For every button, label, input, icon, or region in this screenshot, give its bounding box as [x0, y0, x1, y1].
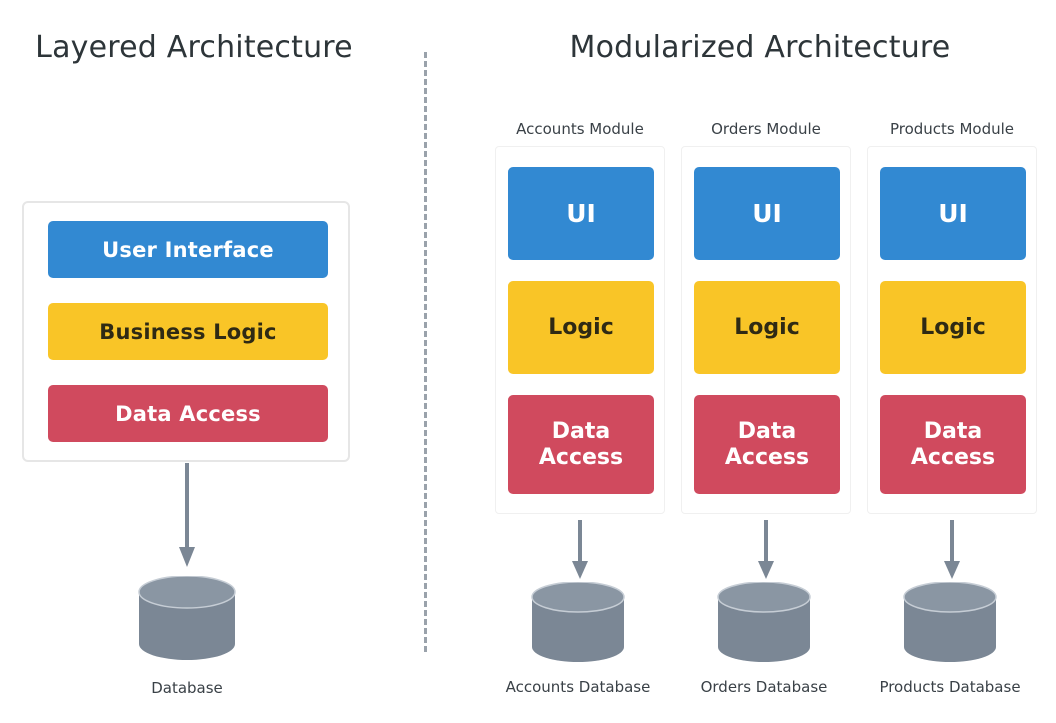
module-header-orders: Orders Module	[711, 120, 821, 138]
database-caption: Database	[151, 679, 223, 697]
module-accounts: UI Logic Data Access	[495, 146, 665, 514]
module-orders-logic-label: Logic	[734, 314, 800, 340]
module-products-data-access-label: Data Access	[910, 418, 996, 470]
layer-data-access[interactable]: Data Access	[48, 385, 328, 442]
module-accounts-logic-label: Logic	[548, 314, 614, 340]
module-orders-ui[interactable]: UI	[694, 167, 840, 260]
database-cylinder-icon	[531, 582, 625, 662]
module-orders-data-access[interactable]: Data Access	[694, 395, 840, 494]
diagram-canvas: Layered Architecture Modularized Archite…	[0, 0, 1056, 723]
module-accounts-ui[interactable]: UI	[508, 167, 654, 260]
module-header-products: Products Module	[889, 120, 1015, 138]
database-cylinder-icon	[717, 582, 811, 662]
module-orders-ui-label: UI	[752, 198, 782, 228]
down-arrow-icon	[944, 520, 960, 579]
module-products-data-access[interactable]: Data Access	[880, 395, 1026, 494]
modularized-architecture-title: Modularized Architecture	[569, 30, 951, 65]
module-accounts-data-access-label: Data Access	[538, 418, 624, 470]
database-cylinder-icon	[903, 582, 997, 662]
module-orders: UI Logic Data Access	[681, 146, 851, 514]
layer-user-interface-label: User Interface	[102, 237, 274, 262]
down-arrow-icon	[572, 520, 588, 579]
layer-user-interface[interactable]: User Interface	[48, 221, 328, 278]
module-products: UI Logic Data Access	[867, 146, 1037, 514]
vertical-dashed-divider	[424, 52, 427, 652]
database-caption-products: Products Database	[879, 678, 1021, 696]
module-orders-logic[interactable]: Logic	[694, 281, 840, 374]
database-caption-accounts: Accounts Database	[505, 678, 651, 696]
module-products-logic[interactable]: Logic	[880, 281, 1026, 374]
layer-business-logic-label: Business Logic	[99, 319, 277, 344]
down-arrow-icon	[758, 520, 774, 579]
layer-business-logic[interactable]: Business Logic	[48, 303, 328, 360]
module-accounts-logic[interactable]: Logic	[508, 281, 654, 374]
layer-data-access-label: Data Access	[115, 401, 261, 426]
down-arrow-icon	[179, 463, 195, 567]
layered-architecture-title: Layered Architecture	[35, 30, 353, 65]
module-products-ui[interactable]: UI	[880, 167, 1026, 260]
module-accounts-data-access[interactable]: Data Access	[508, 395, 654, 494]
module-products-ui-label: UI	[938, 198, 968, 228]
module-header-accounts: Accounts Module	[516, 120, 644, 138]
module-products-logic-label: Logic	[920, 314, 986, 340]
module-orders-data-access-label: Data Access	[724, 418, 810, 470]
module-accounts-ui-label: UI	[566, 198, 596, 228]
layered-architecture-panel: User Interface Business Logic Data Acces…	[22, 201, 350, 462]
database-caption-orders: Orders Database	[700, 678, 828, 696]
database-cylinder-icon	[138, 576, 236, 660]
